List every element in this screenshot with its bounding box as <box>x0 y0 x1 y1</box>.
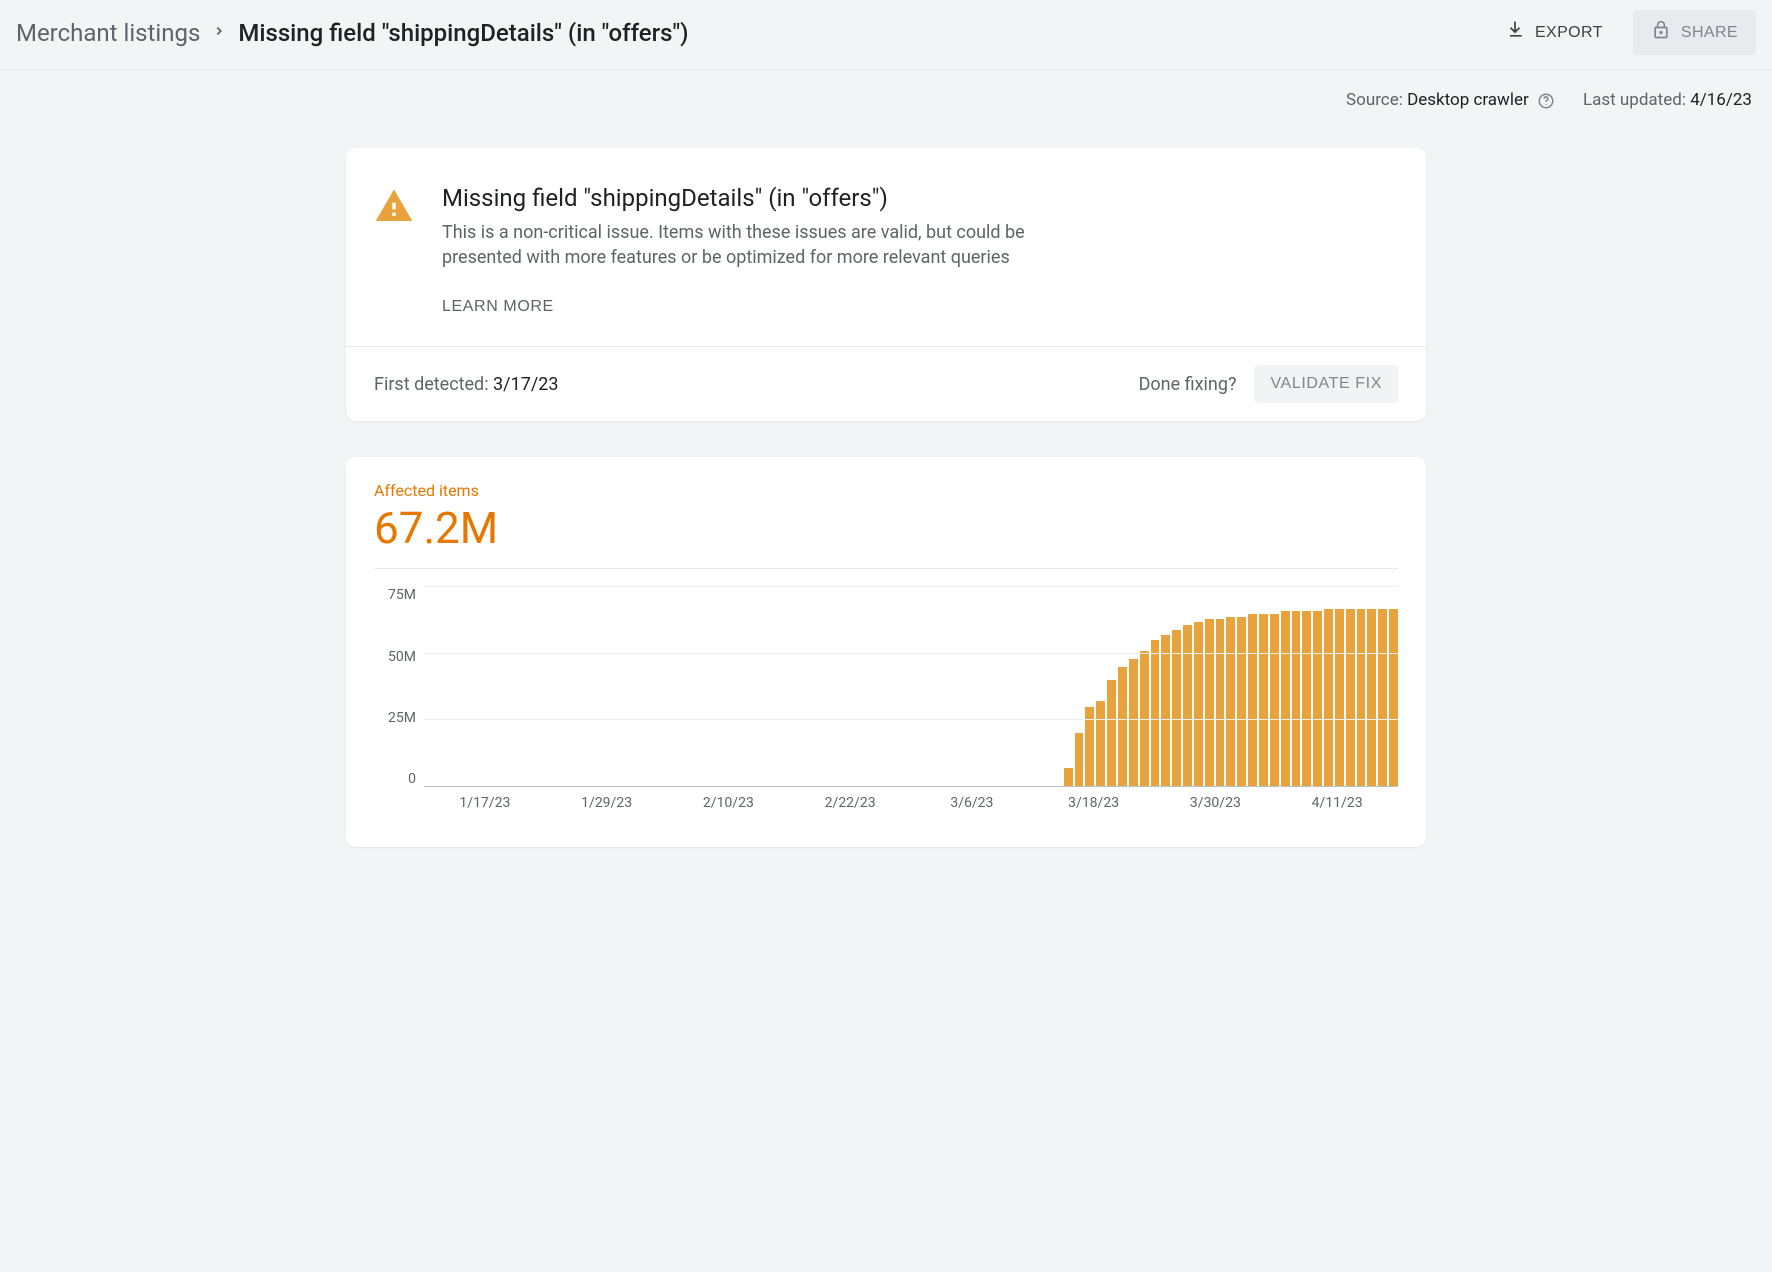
chart-bar[interactable] <box>1161 635 1170 786</box>
grid-line <box>424 653 1398 654</box>
updated-value: 4/16/23 <box>1690 90 1752 110</box>
source-label: Source: <box>1346 90 1403 110</box>
chart: 75M50M25M0 1/17/231/29/232/10/232/22/233… <box>374 568 1398 815</box>
chart-bar[interactable] <box>1281 611 1290 786</box>
chart-bar[interactable] <box>1302 611 1311 786</box>
chart-bar[interactable] <box>1118 667 1127 786</box>
chart-bar[interactable] <box>1151 640 1160 786</box>
chevron-right-icon <box>212 24 226 42</box>
y-tick: 0 <box>408 771 416 787</box>
chart-bar[interactable] <box>1194 622 1203 787</box>
chart-bar[interactable] <box>1378 609 1387 787</box>
x-tick: 3/6/23 <box>911 795 1033 815</box>
chart-bar[interactable] <box>1064 768 1073 787</box>
download-icon <box>1505 20 1525 45</box>
grid-line <box>424 586 1398 587</box>
first-detected: First detected: 3/17/23 <box>374 374 558 395</box>
issue-title: Missing field "shippingDetails" (in "off… <box>442 184 1102 212</box>
chart-bar[interactable] <box>1346 609 1355 787</box>
chart-bar[interactable] <box>1096 701 1105 786</box>
issue-description: This is a non-critical issue. Items with… <box>442 220 1102 270</box>
chart-bar[interactable] <box>1183 625 1192 787</box>
x-tick: 2/22/23 <box>789 795 911 815</box>
chart-bar[interactable] <box>1107 680 1116 786</box>
export-label: EXPORT <box>1535 24 1603 42</box>
chart-plot[interactable] <box>424 587 1398 787</box>
x-tick: 3/30/23 <box>1155 795 1277 815</box>
share-button[interactable]: SHARE <box>1633 10 1756 55</box>
chart-bar[interactable] <box>1292 611 1301 786</box>
source-value: Desktop crawler <box>1407 90 1529 110</box>
chart-bar[interactable] <box>1237 617 1246 787</box>
breadcrumb: Merchant listings Missing field "shippin… <box>16 19 689 47</box>
chart-bar[interactable] <box>1324 609 1333 787</box>
chart-bar[interactable] <box>1216 619 1225 786</box>
chart-bar[interactable] <box>1270 614 1279 786</box>
breadcrumb-root[interactable]: Merchant listings <box>16 19 200 47</box>
updated-label: Last updated: <box>1583 90 1686 110</box>
header-actions: EXPORT SHARE <box>1487 10 1756 55</box>
issue-card: Missing field "shippingDetails" (in "off… <box>346 148 1426 421</box>
page-header: Merchant listings Missing field "shippin… <box>0 0 1772 70</box>
y-tick: 75M <box>388 587 416 603</box>
chart-bar[interactable] <box>1129 659 1138 786</box>
learn-more-button[interactable]: LEARN MORE <box>442 294 554 322</box>
grid-line <box>424 719 1398 720</box>
y-tick: 50M <box>388 649 416 665</box>
affected-items-label: Affected items <box>374 481 1398 500</box>
y-axis: 75M 50M 25M 0 <box>374 587 424 787</box>
y-tick: 25M <box>388 710 416 726</box>
first-detected-value: 3/17/23 <box>493 374 558 395</box>
updated-meta: Last updated: 4/16/23 <box>1583 90 1752 110</box>
x-tick: 2/10/23 <box>668 795 790 815</box>
export-button[interactable]: EXPORT <box>1487 10 1621 55</box>
x-tick: 1/29/23 <box>546 795 668 815</box>
x-tick: 1/17/23 <box>424 795 546 815</box>
chart-bar[interactable] <box>1205 619 1214 786</box>
help-icon[interactable] <box>1537 92 1555 110</box>
x-axis: 1/17/231/29/232/10/232/22/233/6/233/18/2… <box>424 787 1398 815</box>
x-tick: 4/11/23 <box>1276 795 1398 815</box>
validate-fix-button[interactable]: VALIDATE FIX <box>1254 365 1398 403</box>
chart-bar[interactable] <box>1075 733 1084 786</box>
source-meta: Source: Desktop crawler <box>1346 90 1555 110</box>
affected-items-value: 67.2M <box>374 502 1398 554</box>
chart-bar[interactable] <box>1367 609 1376 787</box>
chart-bar[interactable] <box>1357 609 1366 787</box>
done-fixing-label: Done fixing? <box>1139 374 1237 395</box>
warning-icon <box>374 186 414 322</box>
chart-bar[interactable] <box>1226 617 1235 787</box>
chart-bar[interactable] <box>1248 614 1257 786</box>
chart-bar[interactable] <box>1335 609 1344 787</box>
x-tick: 3/18/23 <box>1033 795 1155 815</box>
chart-card: Affected items 67.2M 75M 50M 25M 0 1/17/231… <box>346 457 1426 847</box>
chart-bar[interactable] <box>1313 611 1322 786</box>
chart-bar[interactable] <box>1259 614 1268 786</box>
breadcrumb-current: Missing field "shippingDetails" (in "off… <box>238 19 688 47</box>
chart-bar[interactable] <box>1389 609 1398 787</box>
lock-icon <box>1651 20 1671 45</box>
first-detected-label: First detected: <box>374 374 489 395</box>
meta-row: Source: Desktop crawler Last updated: 4/… <box>0 70 1772 118</box>
share-label: SHARE <box>1681 24 1738 42</box>
